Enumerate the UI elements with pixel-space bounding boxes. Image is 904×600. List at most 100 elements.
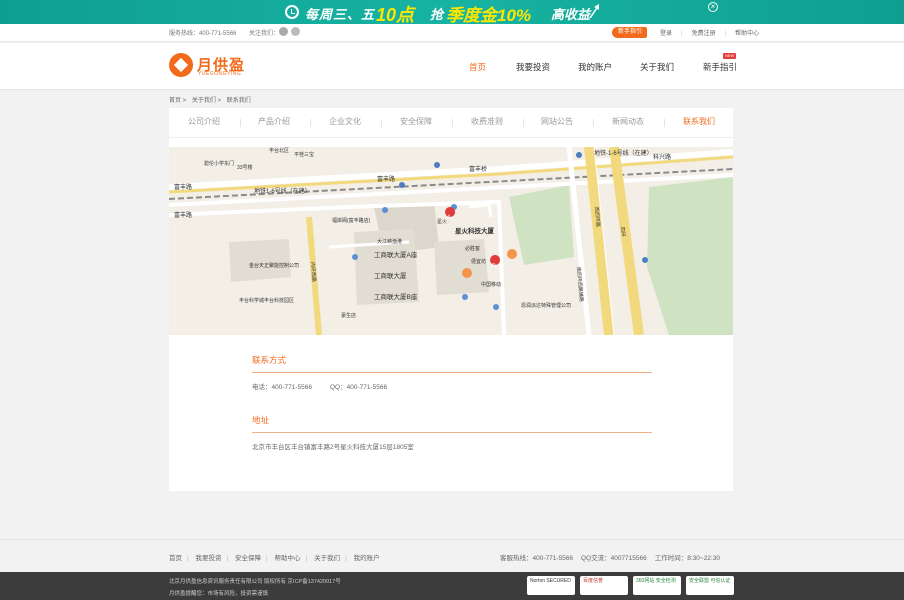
wechat-icon[interactable] xyxy=(291,27,300,36)
breadcrumb-about[interactable]: 关于我们 > xyxy=(192,98,221,104)
map-label-target: 星火科技大厦 xyxy=(455,226,495,235)
follow-label: 关注我们： xyxy=(249,31,280,37)
site-header: 月供盈 YUEGONGYING 首页 我要投资 我的账户 关于我们 新手指引 N… xyxy=(0,43,904,90)
banner-time: 10点 xyxy=(376,5,415,24)
beginner-guide-button[interactable]: 新手指引 xyxy=(612,27,648,38)
contact-title: 联系方式 xyxy=(252,354,652,373)
parking-icon xyxy=(493,304,499,310)
metro-icon xyxy=(642,257,648,263)
content-panel: 公司介绍 产品介绍 企业文化 安全保障 收费准则 网站公告 新闻动态 联系我们 xyxy=(169,108,733,491)
separator: | xyxy=(226,555,229,562)
separator: | xyxy=(345,555,347,562)
footer-link-security[interactable]: 安全保障 xyxy=(235,555,261,562)
map-label-poi: 丰台科学城丰台科技园区 xyxy=(239,297,294,304)
breadcrumb-home[interactable]: 首页 > xyxy=(169,98,186,104)
map-label-road: 富丰路 xyxy=(377,175,395,183)
nav-invest[interactable]: 我要投资 xyxy=(516,61,550,73)
tab-contact[interactable]: 联系我们 xyxy=(683,116,715,127)
risk-notice: 月供盈提醒您：市场有风险，投资需谨慎 xyxy=(169,591,269,597)
new-badge: NEW xyxy=(723,53,737,59)
tab-product-intro[interactable]: 产品介绍 xyxy=(258,116,290,127)
360-security-badge[interactable]: 360网站 安全检测 xyxy=(633,576,681,595)
metro-icon xyxy=(399,182,405,188)
tab-divider xyxy=(523,119,524,127)
map-label-poi: 必胜客 xyxy=(465,245,480,252)
metro-icon xyxy=(434,162,440,168)
tab-news[interactable]: 新闻动态 xyxy=(612,116,644,127)
footer-hotline: 客服热线：400-771-5566 xyxy=(500,555,573,562)
footer-nav: 首页 | 我要投资 | 安全保障 | 帮助中心 | 关于我们 | 我的账户 xyxy=(169,552,385,562)
login-link[interactable]: 登录 xyxy=(660,31,672,37)
hotline: 服务热线：400-771-5566 xyxy=(169,31,237,37)
footer-link-account[interactable]: 我的账户 xyxy=(354,555,380,562)
tab-culture[interactable]: 企业文化 xyxy=(329,116,361,127)
footer-link-invest[interactable]: 我要投资 xyxy=(196,555,222,562)
parking-icon xyxy=(462,294,468,300)
map-label-road: 四环 xyxy=(619,227,626,238)
logo-icon[interactable] xyxy=(169,53,193,77)
poi-marker-icon xyxy=(507,249,517,259)
separator: | xyxy=(724,31,727,37)
breadcrumb-current: 联系我们 xyxy=(226,98,251,104)
svg-text:A: A xyxy=(447,215,451,221)
poi-marker-icon xyxy=(462,268,472,278)
map-label-poi: 金台天正聚能控制公司 xyxy=(249,262,299,269)
footer-link-help[interactable]: 帮助中心 xyxy=(275,555,301,562)
tab-company-intro[interactable]: 公司介绍 xyxy=(188,116,220,127)
about-tabs: 公司介绍 产品介绍 企业文化 安全保障 收费准则 网站公告 新闻动态 联系我们 xyxy=(169,108,733,138)
banner-product: 季度金10% xyxy=(446,6,532,24)
tab-divider xyxy=(664,119,665,127)
map-label-poi: 丰台北区 xyxy=(269,147,289,154)
map-label-poi: 福岸阁(富丰路店) xyxy=(332,217,371,224)
parking-icon xyxy=(352,254,358,260)
separator: | xyxy=(266,555,268,562)
nav-about[interactable]: 关于我们 xyxy=(640,61,674,73)
contact-phone: 电话：400-771-5566 xyxy=(252,384,312,391)
tab-security[interactable]: 安全保障 xyxy=(400,116,432,127)
weibo-icon[interactable] xyxy=(279,27,288,36)
tab-divider xyxy=(310,119,311,127)
contact-info: 联系方式 电话：400-771-5566 QQ：400-771-5566 地址 北… xyxy=(252,354,652,451)
breadcrumb: 首页 > 关于我们 > 联系我们 xyxy=(169,95,255,104)
location-map[interactable]: A B 富丰路 富丰桥 地铁1-6号线（在建） 地铁-1-6号线（在建） 科兴路… xyxy=(169,147,733,335)
map-label-poi: 便宜坊 xyxy=(471,258,486,265)
contact-address: 北京市丰台区丰台镇富丰路2号星火科技大厦15层1805室 xyxy=(252,444,414,451)
map-label-building: 工商联大厦 xyxy=(374,271,407,280)
site-footer: 北京月供盈信息资讯服务责任有限公司 版权所有 京ICP备13742001​7号 … xyxy=(0,572,904,600)
banner-grab: 抢 xyxy=(430,7,444,22)
close-circle-icon[interactable]: × xyxy=(708,2,718,12)
footer-contact: 客服热线：400-771-5566 QQ交流：4007715566 工作时间：8:3… xyxy=(500,552,728,562)
map-label-metro: 地铁-1-6号线（在建） xyxy=(594,149,653,157)
nav-guide[interactable]: 新手指引 xyxy=(703,61,737,73)
top-utility-bar: 服务热线：400-771-5566 关注我们： 新手指引 登录 | 免费注册 | 帮助中… xyxy=(0,24,904,42)
map-label-poi: 33号楼 xyxy=(237,164,253,171)
clock-icon xyxy=(285,5,299,19)
map-label-poi: 大江峡渔港 xyxy=(377,238,402,245)
metro-icon xyxy=(576,152,582,158)
trust-alliance-badge[interactable]: 安全联盟 可信认证 xyxy=(686,576,734,595)
nav-account[interactable]: 我的账户 xyxy=(578,61,612,73)
help-center-link[interactable]: 帮助中心 xyxy=(735,31,759,37)
banner-yield: 高收益 xyxy=(551,7,591,22)
tab-fees[interactable]: 收费准则 xyxy=(471,116,503,127)
nav-home[interactable]: 首页 xyxy=(469,61,486,73)
tab-announcements[interactable]: 网站公告 xyxy=(541,116,573,127)
footer-link-about[interactable]: 关于我们 xyxy=(314,555,340,562)
promo-banner[interactable]: 每周三、五 10点 抢 季度金10% 高收益 × xyxy=(0,0,904,24)
map-canvas[interactable]: A B 富丰路 富丰桥 地铁1-6号线（在建） 地铁-1-6号线（在建） 科兴路… xyxy=(169,147,733,335)
parking-icon xyxy=(382,207,388,213)
tab-divider xyxy=(240,119,241,127)
separator: | xyxy=(305,555,308,562)
contact-line: 电话：400-771-5566 QQ：400-771-5566 xyxy=(252,381,652,391)
map-label-building: 工商联大厦A座 xyxy=(374,250,418,259)
map-label-building: 工商联大厦B座 xyxy=(374,292,418,301)
register-link[interactable]: 免费注册 xyxy=(692,31,716,37)
map-label-poi: 中国移动 xyxy=(481,281,501,288)
norton-badge[interactable]: Norton SECURED xyxy=(527,576,575,595)
map-label-poi: 豪生店 xyxy=(341,312,356,319)
map-label-road: 富丰路 xyxy=(174,183,192,191)
baidu-trust-badge[interactable]: 百度信誉 xyxy=(580,576,628,595)
footer-hours: 工作时间：8:30~22:30 xyxy=(654,555,720,562)
footer-link-home[interactable]: 首页 xyxy=(169,555,182,562)
map-block xyxy=(229,239,291,282)
